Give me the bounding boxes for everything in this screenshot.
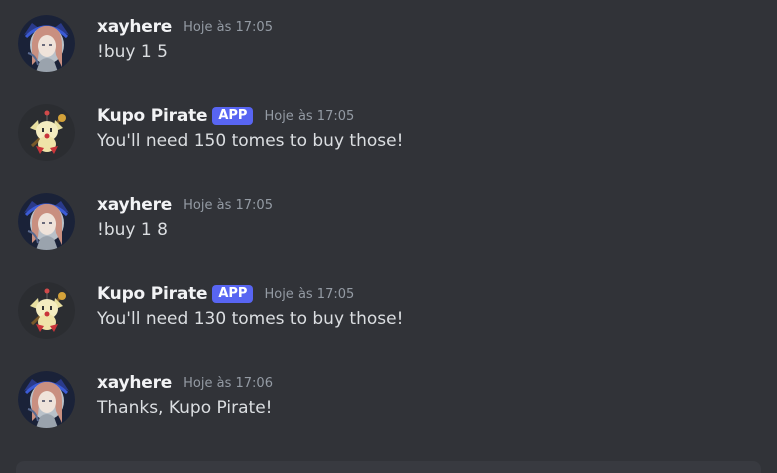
chat-messages: xayhere Hoje às 17:05 !buy 1 5 Kupo Pira… (0, 0, 777, 473)
username[interactable]: Kupo Pirate (97, 106, 208, 126)
message-header: Kupo Pirate APP Hoje às 17:05 (97, 282, 354, 306)
username[interactable]: Kupo Pirate (97, 284, 208, 304)
message: xayhere Hoje às 17:05 !buy 1 8 (0, 193, 777, 263)
app-badge: APP (212, 107, 254, 125)
anime-girl-avatar-icon[interactable] (18, 15, 75, 72)
message-content: !buy 1 5 (97, 42, 168, 62)
anime-girl-avatar-icon[interactable] (18, 193, 75, 250)
app-badge: APP (212, 285, 254, 303)
message-composer[interactable] (16, 461, 761, 473)
message: Kupo Pirate APP Hoje às 17:05 You'll nee… (0, 104, 777, 174)
timestamp[interactable]: Hoje às 17:05 (183, 20, 273, 35)
message: xayhere Hoje às 17:05 !buy 1 5 (0, 15, 777, 85)
moogle-avatar-icon[interactable] (18, 282, 75, 339)
message-content: You'll need 150 tomes to buy those! (97, 131, 404, 151)
username[interactable]: xayhere (97, 373, 172, 393)
timestamp[interactable]: Hoje às 17:05 (264, 109, 354, 124)
message: xayhere Hoje às 17:06 Thanks, Kupo Pirat… (0, 371, 777, 441)
message-header: xayhere Hoje às 17:05 (97, 193, 273, 217)
timestamp[interactable]: Hoje às 17:06 (183, 376, 273, 391)
message-content: You'll need 130 tomes to buy those! (97, 309, 404, 329)
username[interactable]: xayhere (97, 17, 172, 37)
username[interactable]: xayhere (97, 195, 172, 215)
message: Kupo Pirate APP Hoje às 17:05 You'll nee… (0, 282, 777, 352)
timestamp[interactable]: Hoje às 17:05 (264, 287, 354, 302)
message-content: !buy 1 8 (97, 220, 168, 240)
anime-girl-avatar-icon[interactable] (18, 371, 75, 428)
message-header: xayhere Hoje às 17:06 (97, 371, 273, 395)
message-header: xayhere Hoje às 17:05 (97, 15, 273, 39)
message-content: Thanks, Kupo Pirate! (97, 398, 273, 418)
timestamp[interactable]: Hoje às 17:05 (183, 198, 273, 213)
message-header: Kupo Pirate APP Hoje às 17:05 (97, 104, 354, 128)
moogle-avatar-icon[interactable] (18, 104, 75, 161)
